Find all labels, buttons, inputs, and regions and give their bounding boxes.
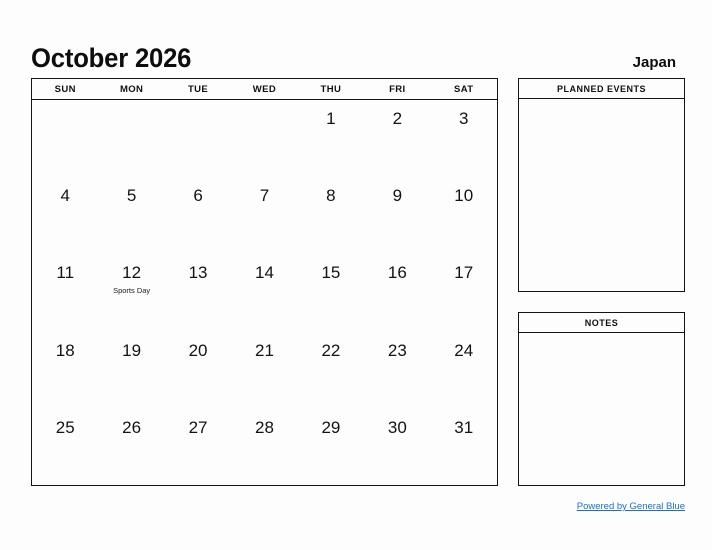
day-cell-31[interactable]: 31: [431, 409, 497, 486]
day-number: 31: [454, 417, 474, 437]
day-number: 22: [321, 340, 341, 360]
day-event-label: Sports Day: [113, 286, 151, 296]
notes-title: NOTES: [519, 313, 684, 333]
planned-events-title: PLANNED EVENTS: [519, 79, 684, 99]
day-cell-14[interactable]: 14: [231, 254, 297, 331]
weekday-header-sun: SUN: [54, 83, 76, 95]
day-cell-3[interactable]: 3: [431, 100, 497, 177]
calendar-weeks: 1 2 3 4 5 6 7 8 9 10 11 12 Sports Day 13 14 15 16 17 18 19 2…: [32, 100, 497, 486]
day-number: 2: [392, 109, 403, 128]
weekday-header-tue: TUE: [187, 83, 209, 95]
day-number: [165, 110, 231, 129]
day-number: 18: [55, 340, 75, 360]
day-number: 11: [56, 263, 75, 283]
day-cell-20[interactable]: 20: [165, 332, 231, 409]
day-number: 23: [387, 340, 407, 360]
day-number: 13: [188, 263, 208, 283]
week-row: 1 2 3: [32, 100, 497, 177]
page-title: October 2026: [31, 43, 192, 73]
day-cell-10[interactable]: 10: [431, 177, 497, 254]
day-cell-empty: [98, 100, 164, 177]
day-number: 25: [55, 417, 75, 437]
calendar-grid: SUN MON TUE WED THU FRI SAT 1 2 3 4 5 6 7 8 9 10 11 12 Spo…: [31, 78, 498, 486]
day-cell-16[interactable]: 16: [364, 254, 430, 331]
day-number: 27: [188, 417, 208, 437]
day-cell-2[interactable]: 2: [364, 100, 430, 177]
day-number: 4: [60, 186, 70, 206]
weekday-header-wed: WED: [252, 83, 277, 95]
week-row: 11 12 Sports Day 13 14 15 16 17: [32, 254, 497, 331]
day-cell-empty: [32, 100, 98, 177]
day-number: 12: [122, 263, 142, 283]
day-cell-13[interactable]: 13: [165, 254, 231, 331]
weekday-header-fri: FRI: [389, 83, 406, 95]
day-number: 6: [193, 186, 203, 206]
day-number: 19: [122, 340, 142, 360]
notes-panel: NOTES: [518, 312, 685, 486]
weekday-header-sat: SAT: [453, 83, 474, 95]
day-number: 21: [255, 340, 274, 360]
day-cell-24[interactable]: 24: [431, 332, 497, 409]
day-cell-empty: [165, 100, 231, 177]
day-cell-21[interactable]: 21: [231, 332, 297, 409]
day-number: 16: [387, 263, 407, 283]
day-number: 7: [259, 186, 270, 206]
week-row: 18 19 20 21 22 23 24: [32, 332, 497, 409]
day-number: 15: [321, 263, 341, 283]
footer: Powered by General Blue: [400, 496, 685, 514]
day-cell-30[interactable]: 30: [364, 409, 430, 486]
day-number: 8: [326, 186, 336, 206]
weekday-header-thu: THU: [320, 83, 342, 95]
page-header: October 2026 Japan: [31, 30, 676, 72]
day-cell-4[interactable]: 4: [32, 177, 98, 254]
planned-events-panel: PLANNED EVENTS: [518, 78, 685, 292]
day-number: 24: [454, 340, 474, 360]
day-number: 1: [326, 109, 336, 128]
day-number: 28: [255, 417, 274, 437]
day-cell-11[interactable]: 11: [32, 254, 98, 331]
day-number: [98, 110, 164, 129]
day-number: 10: [454, 186, 474, 206]
day-number: [231, 110, 297, 129]
day-number: 5: [126, 186, 137, 206]
day-cell-19[interactable]: 19: [98, 332, 164, 409]
notes-body[interactable]: [519, 333, 684, 486]
day-number: 17: [454, 263, 474, 283]
day-cell-12[interactable]: 12 Sports Day: [98, 254, 164, 331]
day-cell-5[interactable]: 5: [98, 177, 164, 254]
day-cell-18[interactable]: 18: [32, 332, 98, 409]
day-cell-15[interactable]: 15: [298, 254, 364, 331]
day-number: 20: [188, 340, 208, 360]
day-cell-23[interactable]: 23: [364, 332, 430, 409]
day-number: 29: [321, 417, 341, 437]
day-number: 3: [459, 109, 469, 128]
day-cell-9[interactable]: 9: [364, 177, 430, 254]
planned-events-body[interactable]: [519, 99, 684, 292]
day-cell-17[interactable]: 17: [431, 254, 497, 331]
day-cell-8[interactable]: 8: [298, 177, 364, 254]
day-cell-29[interactable]: 29: [298, 409, 364, 486]
day-cell-26[interactable]: 26: [98, 409, 164, 486]
region-label: Japan: [632, 54, 676, 71]
day-cell-27[interactable]: 27: [165, 409, 231, 486]
day-cell-22[interactable]: 22: [298, 332, 364, 409]
day-number: 26: [122, 417, 142, 437]
day-number: 9: [392, 186, 403, 206]
day-cell-28[interactable]: 28: [231, 409, 297, 486]
day-number: [32, 110, 98, 129]
day-cell-6[interactable]: 6: [165, 177, 231, 254]
weekday-header-mon: MON: [119, 83, 144, 95]
day-number: 30: [387, 417, 407, 437]
week-row: 25 26 27 28 29 30 31: [32, 409, 497, 486]
day-cell-25[interactable]: 25: [32, 409, 98, 486]
week-row: 4 5 6 7 8 9 10: [32, 177, 497, 254]
day-number: 14: [255, 263, 274, 283]
day-cell-7[interactable]: 7: [231, 177, 297, 254]
day-cell-empty: [231, 100, 297, 177]
powered-by-link[interactable]: Powered by General Blue: [577, 501, 685, 512]
weekday-header-row: SUN MON TUE WED THU FRI SAT: [32, 79, 497, 100]
day-cell-1[interactable]: 1: [298, 100, 364, 177]
